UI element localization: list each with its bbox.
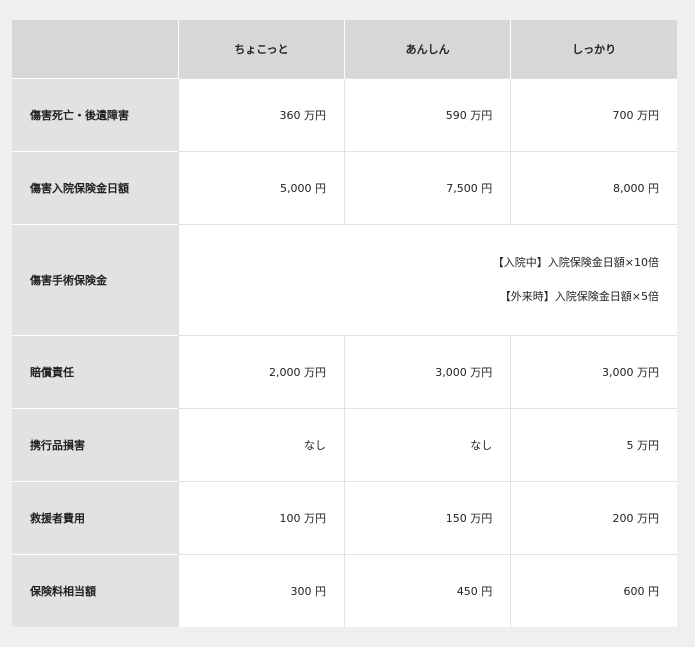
plan-comparison-table: ちょこっと あんしん しっかり 傷害死亡・後遺障害 360 万円 590 万円 … bbox=[12, 20, 677, 627]
table-cell: 600 円 bbox=[510, 554, 677, 627]
table-header-row: ちょこっと あんしん しっかり bbox=[12, 20, 677, 79]
table-cell: 150 万円 bbox=[343, 481, 511, 555]
merged-cell-surgery-benefit: 【入院中】入院保険金日額×10倍 【外来時】入院保険金日額×5倍 bbox=[177, 224, 677, 336]
table-row: 携行品損害 なし なし 5 万円 bbox=[12, 408, 677, 482]
surgery-inpatient-line: 【入院中】入院保険金日額×10倍 bbox=[492, 256, 659, 269]
table-row: 傷害入院保険金日額 5,000 円 7,500 円 8,000 円 bbox=[12, 151, 677, 225]
row-label: 傷害手術保険金 bbox=[12, 224, 179, 336]
table-cell: 100 万円 bbox=[177, 481, 345, 555]
row-label: 賠償責任 bbox=[12, 335, 179, 409]
header-plan-shikkari: しっかり bbox=[510, 20, 677, 79]
table-cell: 360 万円 bbox=[177, 78, 345, 152]
header-corner-cell bbox=[12, 20, 179, 79]
table-cell: 7,500 円 bbox=[343, 151, 511, 225]
table-cell: 8,000 円 bbox=[510, 151, 677, 225]
table-cell: 3,000 万円 bbox=[343, 335, 511, 409]
table-cell: なし bbox=[177, 408, 345, 482]
table-cell: 450 円 bbox=[343, 554, 511, 627]
header-plan-anshin: あんしん bbox=[343, 20, 511, 79]
row-label: 救援者費用 bbox=[12, 481, 179, 555]
table-cell: 5 万円 bbox=[510, 408, 677, 482]
table-cell: なし bbox=[343, 408, 511, 482]
table-cell: 3,000 万円 bbox=[510, 335, 677, 409]
row-label: 携行品損害 bbox=[12, 408, 179, 482]
table-row: 傷害死亡・後遺障害 360 万円 590 万円 700 万円 bbox=[12, 78, 677, 152]
table-row: 賠償責任 2,000 万円 3,000 万円 3,000 万円 bbox=[12, 335, 677, 409]
table-cell: 200 万円 bbox=[510, 481, 677, 555]
table-cell: 700 万円 bbox=[510, 78, 677, 152]
table-row: 保険料相当額 300 円 450 円 600 円 bbox=[12, 554, 677, 627]
table-cell: 590 万円 bbox=[343, 78, 511, 152]
row-label: 傷害死亡・後遺障害 bbox=[12, 78, 179, 152]
table-cell: 5,000 円 bbox=[177, 151, 345, 225]
header-plan-chokotto: ちょこっと bbox=[177, 20, 345, 79]
table-cell: 2,000 万円 bbox=[177, 335, 345, 409]
row-label: 傷害入院保険金日額 bbox=[12, 151, 179, 225]
surgery-outpatient-line: 【外来時】入院保険金日額×5倍 bbox=[499, 290, 659, 303]
table-row: 傷害手術保険金 【入院中】入院保険金日額×10倍 【外来時】入院保険金日額×5倍 bbox=[12, 224, 677, 336]
table-cell: 300 円 bbox=[177, 554, 345, 627]
table-row: 救援者費用 100 万円 150 万円 200 万円 bbox=[12, 481, 677, 555]
row-label: 保険料相当額 bbox=[12, 554, 179, 627]
